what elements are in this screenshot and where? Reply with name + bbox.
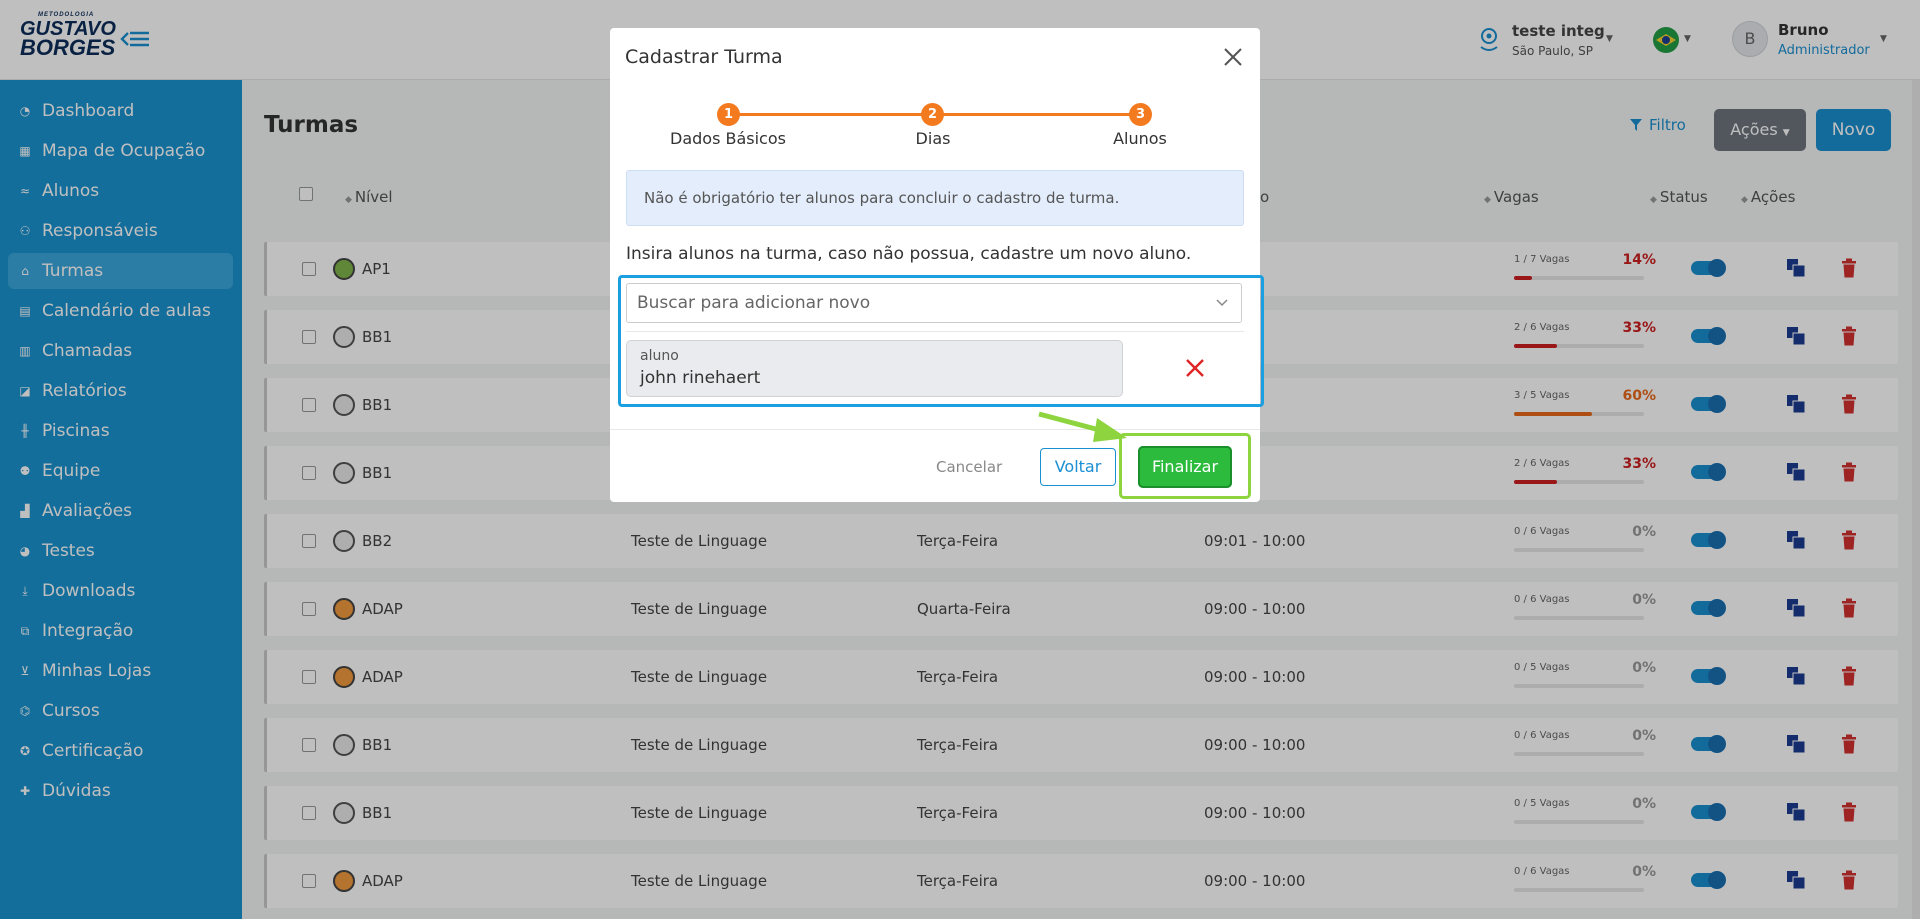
step-3-label: Alunos [1113, 129, 1167, 148]
remove-student-icon[interactable] [1184, 357, 1206, 379]
finish-button[interactable]: Finalizar [1138, 446, 1232, 488]
back-button[interactable]: Voltar [1040, 448, 1116, 486]
search-placeholder: Buscar para adicionar novo [637, 293, 871, 313]
student-field[interactable]: aluno john rinehaert [626, 340, 1123, 397]
step-1-dot: 1 [717, 103, 740, 126]
chevron-down-icon [1216, 299, 1228, 307]
footer-divider [610, 429, 1260, 430]
pointer-arrow-icon [1038, 411, 1127, 442]
cancel-button[interactable]: Cancelar [936, 458, 1002, 476]
divider [626, 331, 1244, 332]
close-icon[interactable] [1222, 46, 1244, 68]
step-2-dot: 2 [921, 103, 944, 126]
step-3-dot: 3 [1129, 103, 1152, 126]
instruction-text: Insira alunos na turma, caso não possua,… [626, 244, 1192, 264]
register-class-modal: Cadastrar Turma 1 2 3 Dados Básicos Dias… [610, 28, 1264, 502]
student-field-label: aluno [640, 348, 679, 364]
modal-title: Cadastrar Turma [625, 46, 783, 68]
step-2-label: Dias [915, 129, 951, 148]
student-field-value: john rinehaert [640, 368, 761, 388]
info-alert: Não é obrigatório ter alunos para conclu… [626, 170, 1244, 226]
student-search-select[interactable]: Buscar para adicionar novo [626, 283, 1242, 323]
step-1-label: Dados Básicos [670, 129, 786, 148]
